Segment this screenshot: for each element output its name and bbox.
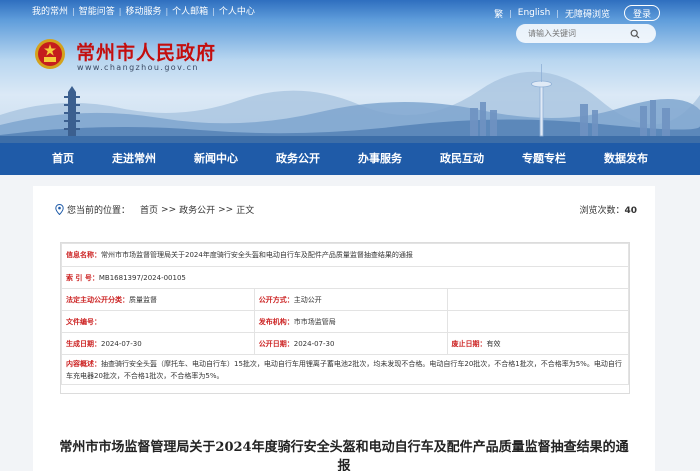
- info-title-value: 常州市市场监督管理局关于2024年度骑行安全头盔和电动自行车及配件产品质量监督抽…: [101, 251, 413, 259]
- nav-item-news-center[interactable]: 新闻中心: [182, 143, 250, 175]
- breadcrumb-prefix: 您当前的位置：: [67, 206, 131, 216]
- link-my-changzhou[interactable]: 我的常州: [28, 0, 72, 24]
- search-input[interactable]: [516, 29, 628, 38]
- link-traditional-chinese[interactable]: 繁: [494, 7, 503, 20]
- content-panel: 您当前的位置： 首页 >> 政务公开 >> 正文 浏览次数：40 信息名称：常州…: [33, 186, 655, 471]
- breadcrumb-separator: >>: [161, 204, 177, 215]
- breadcrumb-government-affairs[interactable]: 政务公开: [179, 203, 215, 216]
- view-count: 浏览次数：40: [579, 203, 637, 216]
- method-value: 主动公开: [293, 295, 322, 304]
- published-label: 公开日期：: [258, 339, 294, 348]
- table-row: 法定主动公开分类：质量监督 公开方式：主动公开: [61, 288, 630, 311]
- index-value: MB1681397/2024-00105: [98, 273, 186, 282]
- view-count-label: 浏览次数：: [579, 206, 625, 216]
- docno-label: 文件编号：: [66, 317, 101, 326]
- table-row: 信息名称：常州市市场监督管理局关于2024年度骑行安全头盔和电动自行车及配件产品…: [61, 243, 629, 267]
- link-smart-qa[interactable]: 智能问答: [75, 0, 119, 24]
- main-nav: 首页 走进常州 新闻中心 政务公开 办事服务 政民互动 专题专栏 数据发布: [0, 143, 700, 175]
- category-label: 法定主动公开分类：: [66, 295, 129, 304]
- breadcrumb-home[interactable]: 首页: [140, 203, 158, 216]
- site-url: www.changzhou.gov.cn: [77, 63, 199, 72]
- publisher-value: 市市场监管局: [293, 317, 336, 326]
- content-label: 内容概述：: [66, 359, 101, 368]
- link-personal-center[interactable]: 个人中心: [215, 0, 259, 24]
- method-label: 公开方式：: [258, 295, 294, 304]
- document-title: 常州市市场监督管理局关于2024年度骑行安全头盔和电动自行车及配件产品质量监督抽…: [59, 440, 629, 471]
- national-emblem-icon: [35, 39, 65, 69]
- search-icon[interactable]: [628, 27, 642, 41]
- abolish-value: 有效: [486, 339, 501, 348]
- link-personal-mail[interactable]: 个人邮箱: [168, 0, 212, 24]
- table-row: 索 引 号：MB1681397/2024-00105: [61, 266, 629, 289]
- publisher-label: 发布机构：: [258, 317, 294, 326]
- top-right-links: 繁 | English | 无障碍浏览 登录: [494, 5, 660, 21]
- created-value: 2024-07-30: [101, 339, 142, 348]
- breadcrumb: 您当前的位置： 首页 >> 政务公开 >> 正文: [55, 203, 254, 216]
- info-table: 信息名称：常州市市场监督管理局关于2024年度骑行安全头盔和电动自行车及配件产品…: [60, 242, 630, 394]
- table-row: 文件编号： 发布机构：市市场监管局: [61, 310, 630, 333]
- breadcrumb-current: 正文: [236, 206, 255, 216]
- link-mobile-service[interactable]: 移动服务: [121, 0, 165, 24]
- view-count-value: 40: [624, 206, 637, 216]
- login-button[interactable]: 登录: [624, 5, 660, 21]
- top-bar: 我的常州 | 智能问答 | 移动服务 | 个人邮箱 | 个人中心 繁 | English |…: [0, 0, 700, 24]
- location-pin-icon: [55, 204, 64, 215]
- nav-item-government-affairs[interactable]: 政务公开: [264, 143, 332, 175]
- site-title: 常州市人民政府: [76, 42, 217, 64]
- abolish-label: 废止日期：: [451, 339, 487, 348]
- table-row: 内容概述：抽查骑行安全头盔（摩托车、电动自行车）15批次，电动自行车用锂离子蓄电…: [61, 354, 629, 385]
- category-value: 质量监督: [129, 295, 157, 304]
- top-links: 我的常州 | 智能问答 | 移动服务 | 个人邮箱 | 个人中心: [28, 0, 259, 24]
- link-accessible-browsing[interactable]: 无障碍浏览: [565, 7, 610, 20]
- published-value: 2024-07-30: [293, 339, 335, 348]
- city-skyline-banner: [0, 64, 700, 143]
- content-value: 抽查骑行安全头盔（摩托车、电动自行车）15批次，电动自行车用锂离子蓄电池2批次，…: [66, 359, 622, 380]
- nav-item-about-changzhou[interactable]: 走进常州: [100, 143, 168, 175]
- nav-item-special-topics[interactable]: 专题专栏: [510, 143, 578, 175]
- nav-item-data-release[interactable]: 数据发布: [592, 143, 660, 175]
- table-row: 生成日期：2024-07-30 公开日期：2024-07-30 废止日期：有效: [61, 332, 630, 355]
- search-box: [516, 24, 656, 43]
- nav-item-services[interactable]: 办事服务: [346, 143, 414, 175]
- nav-item-interaction[interactable]: 政民互动: [428, 143, 496, 175]
- created-label: 生成日期：: [66, 339, 101, 348]
- nav-item-home[interactable]: 首页: [40, 143, 86, 175]
- link-english[interactable]: English: [518, 8, 551, 18]
- site-header: 我的常州 | 智能问答 | 移动服务 | 个人邮箱 | 个人中心 繁 | English |…: [0, 0, 700, 143]
- info-title-label: 信息名称：: [66, 251, 101, 259]
- index-label: 索 引 号：: [66, 273, 99, 282]
- breadcrumb-separator: >>: [218, 204, 234, 215]
